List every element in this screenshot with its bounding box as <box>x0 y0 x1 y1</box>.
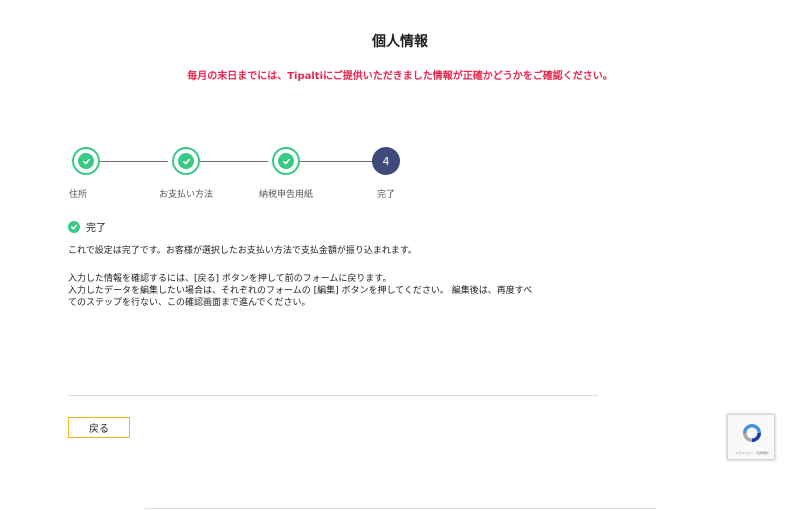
notice-text: 毎月の末日までには、Tipaltiにご提供いただきました情報が正確かどうかをご確… <box>187 71 613 82</box>
step-label-address: 住所 <box>68 190 88 200</box>
complete-label: 完了 <box>86 223 106 234</box>
check-icon <box>178 153 194 169</box>
completion-message: これで設定は完了です。お客様が選択したお支払い方法で支払金額が振り込まれます。 <box>68 246 417 256</box>
divider <box>68 395 598 396</box>
step-label-complete: 完了 <box>376 190 396 200</box>
step-label-tax-form: 納税申告用紙 <box>258 190 314 200</box>
page: 個人情報 毎月の末日までには、Tipaltiにご提供いただきました情報が正確かど… <box>0 0 800 511</box>
progress-stepper: 4 住所 お支払い方法 納税申告用紙 完了 <box>68 147 408 207</box>
instructions-line-2: 入力したデータを編集したい場合は、それぞれのフォームの [編集] ボタンを押して… <box>68 286 533 296</box>
footer-divider <box>145 508 657 509</box>
recaptcha-badge[interactable]: プライバシー・利用規約 <box>727 414 775 460</box>
step-3-circle <box>272 147 300 175</box>
instructions: 入力した情報を確認するには、[戻る] ボタンを押して前のフォームに戻ります。 入… <box>68 273 608 309</box>
instructions-line-3: てのステップを行ない、この確認画面まで進んでください。 <box>68 298 311 308</box>
recaptcha-icon <box>743 424 761 442</box>
check-icon <box>78 153 94 169</box>
step-4-circle: 4 <box>372 147 400 175</box>
back-button[interactable]: 戻る <box>68 417 130 438</box>
step-connector <box>96 161 168 162</box>
step-connector <box>196 161 268 162</box>
recaptcha-text[interactable]: プライバシー・利用規約 <box>730 451 774 455</box>
step-connector <box>296 161 373 162</box>
check-icon <box>278 153 294 169</box>
step-2-circle <box>172 147 200 175</box>
check-circle-icon <box>68 220 80 233</box>
instructions-line-1: 入力した情報を確認するには、[戻る] ボタンを押して前のフォームに戻ります。 <box>68 274 392 284</box>
step-4-number: 4 <box>382 154 390 168</box>
complete-status: 完了 <box>68 219 106 234</box>
step-label-payment-method: お支払い方法 <box>158 190 214 200</box>
step-1-circle <box>72 147 100 175</box>
page-title: 個人情報 <box>372 34 428 50</box>
